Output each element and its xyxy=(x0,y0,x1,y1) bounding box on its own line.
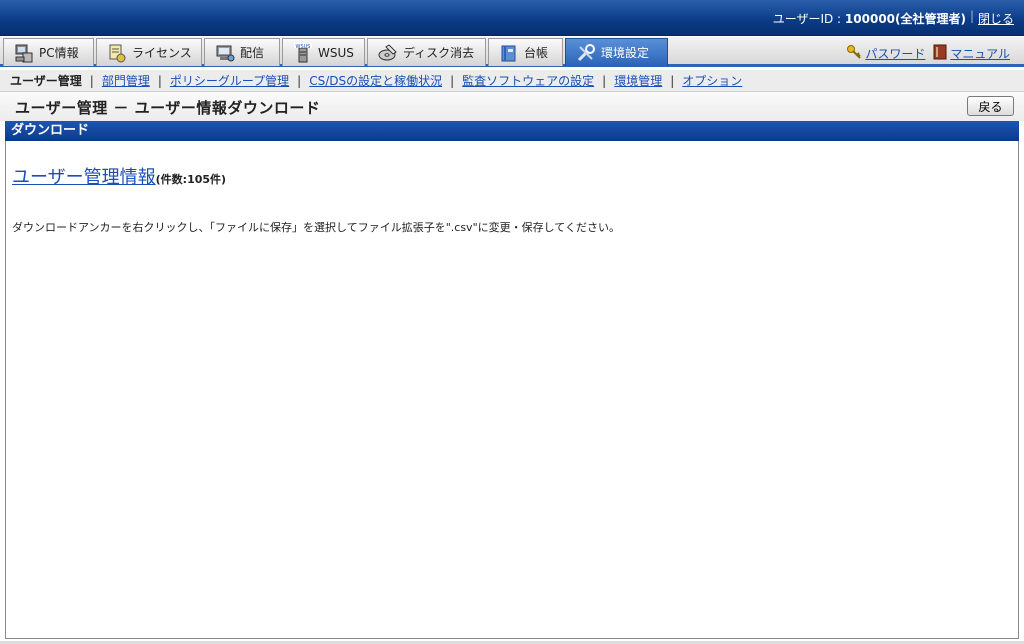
tab-ledger[interactable]: 台帳 xyxy=(488,38,563,66)
tab-label: 環境設定 xyxy=(601,46,650,60)
tab-wsus[interactable]: WSUS WSUS xyxy=(282,38,365,66)
header-separator: | xyxy=(969,9,974,23)
manual-link[interactable]: マニュアル xyxy=(933,44,1010,63)
tab-label: PC情報 xyxy=(39,46,79,60)
download-instructions: ダウンロードアンカーを右クリックし、「ファイルに保存」を選択してファイル拡張子を… xyxy=(12,221,620,234)
user-id-label: ユーザーID : xyxy=(772,12,845,26)
page-title-row: ユーザー管理 － ユーザー情報ダウンロード 戻る xyxy=(0,92,1024,121)
subnav-separator: | xyxy=(450,73,455,88)
tab-label: ディスク消去 xyxy=(403,46,475,60)
subnav-separator: | xyxy=(89,73,94,88)
sub-navigation: ユーザー管理 | 部門管理 | ポリシーグループ管理 | CS/DSの設定と稼働… xyxy=(0,70,1024,92)
tab-label: 配信 xyxy=(240,46,265,60)
page-title: ユーザー管理 － ユーザー情報ダウンロード xyxy=(15,99,321,117)
pc-icon xyxy=(14,43,34,63)
back-button[interactable]: 戻る xyxy=(967,96,1014,116)
tools-icon xyxy=(576,43,596,63)
subnav-current: ユーザー管理 xyxy=(10,74,82,88)
download-link[interactable]: ユーザー管理情報 xyxy=(12,167,156,188)
main-tab-bar: PC情報 ライセンス 配信 WSUS WSUS ディスク消去 台帳 環境設定 パ… xyxy=(0,37,1024,67)
tab-environment-settings[interactable]: 環境設定 xyxy=(565,38,668,66)
manual-label: マニュアル xyxy=(950,47,1010,61)
delivery-icon xyxy=(215,43,235,63)
tab-label: 台帳 xyxy=(524,46,549,60)
subnav-options[interactable]: オプション xyxy=(682,72,742,89)
ledger-icon xyxy=(499,43,519,63)
user-id-value: 100000(全社管理者) xyxy=(844,12,966,26)
tab-label: WSUS xyxy=(318,45,354,60)
disk-erase-icon xyxy=(378,43,398,63)
key-icon xyxy=(846,44,862,63)
subnav-separator: | xyxy=(670,73,675,88)
wsus-server-icon: WSUS xyxy=(293,42,313,63)
subnav-environment[interactable]: 環境管理 xyxy=(614,72,662,89)
tab-label: ライセンス xyxy=(132,46,192,60)
password-label: パスワード xyxy=(865,47,926,61)
subnav-policy-group[interactable]: ポリシーグループ管理 xyxy=(170,72,289,89)
tab-delivery[interactable]: 配信 xyxy=(204,38,280,66)
download-row: ユーザー管理情報(件数:105件) xyxy=(12,163,226,189)
header-links: パスワード マニュアル xyxy=(846,44,1010,63)
subnav-cs-ds-settings[interactable]: CS/DSの設定と稼働状況 xyxy=(309,72,442,89)
subnav-audit-software[interactable]: 監査ソフトウェアの設定 xyxy=(462,72,594,89)
license-icon xyxy=(107,43,127,63)
close-link[interactable]: 閉じる xyxy=(978,10,1014,27)
tab-license[interactable]: ライセンス xyxy=(96,38,202,66)
book-icon xyxy=(933,44,947,63)
subnav-separator: | xyxy=(297,73,302,88)
tab-disk-erase[interactable]: ディスク消去 xyxy=(367,38,486,66)
subnav-separator: | xyxy=(157,73,162,88)
user-info: ユーザーID : 100000(全社管理者) xyxy=(773,10,966,27)
subnav-separator: | xyxy=(602,73,607,88)
password-link[interactable]: パスワード xyxy=(846,44,925,63)
svg-text:WSUS: WSUS xyxy=(296,44,311,50)
top-header: ユーザーID : 100000(全社管理者) | 閉じる xyxy=(0,0,1024,36)
section-header: ダウンロード xyxy=(5,121,1019,141)
subnav-department[interactable]: 部門管理 xyxy=(102,72,150,89)
record-count: (件数:105件) xyxy=(155,173,227,186)
download-panel: ユーザー管理情報(件数:105件) ダウンロードアンカーを右クリックし、「ファイ… xyxy=(5,141,1019,639)
tab-pc-info[interactable]: PC情報 xyxy=(3,38,94,66)
